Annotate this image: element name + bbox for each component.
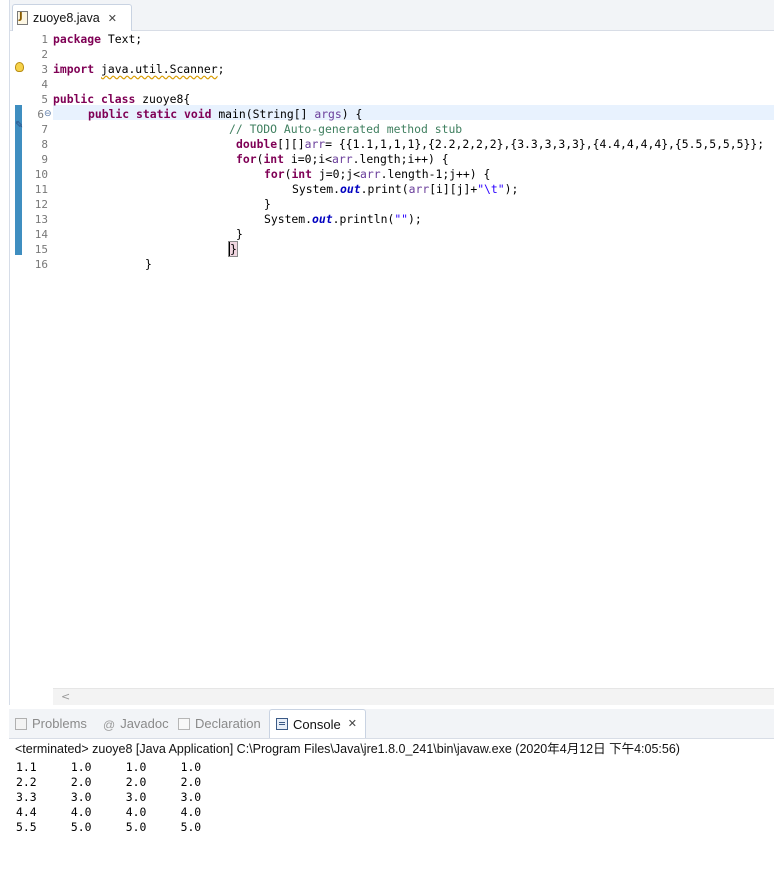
code-line: System.out.print(arr[i][j]+"\t");: [292, 182, 519, 196]
console-status-line: <terminated> zuoye8 [Java Application] C…: [15, 742, 680, 756]
bottom-view-panel: Problems @ Javadoc Declaration Console ✕…: [9, 709, 774, 877]
code-line: }: [236, 227, 243, 241]
java-editor[interactable]: zuoye8.java ✕ ✎ 1 2 3 4 5 6: [9, 0, 774, 705]
matching-bracket: }: [228, 241, 238, 257]
tab-console[interactable]: Console ✕: [269, 709, 366, 738]
console-output-line: 1.1 1.0 1.0 1.0: [16, 760, 236, 774]
code-line: }: [264, 197, 271, 211]
line-number: 7: [41, 123, 48, 136]
tab-declaration[interactable]: Declaration: [178, 709, 261, 738]
line-number: 11: [34, 183, 48, 196]
line-number: 16: [34, 258, 48, 271]
task-marker-icon[interactable]: ✎: [15, 120, 23, 131]
tab-label: Javadoc: [120, 716, 169, 731]
code-line: }: [228, 241, 238, 257]
tab-javadoc[interactable]: @ Javadoc: [103, 709, 169, 738]
line-number: 9: [41, 153, 48, 166]
code-line: for(int j=0;j<arr.length-1;j++) {: [264, 167, 491, 181]
code-line: public class zuoye8{: [53, 92, 191, 106]
change-marker: [15, 240, 22, 255]
line-number: 14: [34, 228, 48, 241]
line-number: 2: [41, 48, 48, 61]
tab-label: Problems: [32, 716, 87, 731]
change-marker: [15, 180, 22, 195]
warning-lightbulb-icon[interactable]: [15, 62, 24, 72]
collapse-fold-icon[interactable]: ⊖: [44, 109, 52, 119]
code-line: System.out.println("");: [264, 212, 422, 226]
line-number: 3: [41, 63, 48, 76]
change-marker: [15, 210, 22, 225]
horizontal-scrollbar[interactable]: <: [53, 688, 774, 705]
code-line: package Text;: [53, 32, 143, 46]
line-number: 13: [34, 213, 48, 226]
line-number: 6: [37, 108, 44, 121]
console-output-line: 5.5 5.0 5.0 5.0: [16, 820, 236, 834]
line-number: 4: [41, 78, 48, 91]
marker-ruler: ✎: [10, 30, 26, 688]
line-number-ruler: 1 2 3 4 5 6 ⊖ 7 8 9 10 11 12 13 14 15 16: [26, 30, 52, 688]
problems-icon: [15, 717, 27, 730]
console-output-line: 3.3 3.0 3.0 3.0: [16, 790, 236, 804]
close-icon[interactable]: ✕: [348, 718, 357, 730]
code-line: double[][]arr= {{1.1,1,1,1},{2.2,2,2,2},…: [236, 137, 765, 151]
code-area[interactable]: ✎ 1 2 3 4 5 6 ⊖ 7 8 9 10 11 12 13 14 15 …: [10, 30, 774, 688]
change-marker: [15, 165, 22, 180]
tab-problems[interactable]: Problems: [15, 709, 87, 738]
code-comment: // TODO Auto-generated method stub: [229, 122, 463, 136]
line-number: 10: [34, 168, 48, 181]
console-icon: [276, 718, 288, 730]
close-icon[interactable]: ✕: [108, 13, 117, 24]
code-line: }: [145, 257, 152, 271]
editor-tab-bar: zuoye8.java ✕: [10, 0, 774, 31]
editor-tab-zuoye8[interactable]: zuoye8.java ✕: [12, 4, 132, 31]
console-output[interactable]: 1.1 1.0 1.0 1.0 2.2 2.0 2.0 2.0 3.3 3.0 …: [16, 760, 766, 835]
console-output-line: 4.4 4.0 4.0 4.0: [16, 805, 236, 819]
editor-tab-label: zuoye8.java: [33, 11, 100, 25]
scroll-left-arrow-icon[interactable]: <: [61, 690, 70, 703]
unused-import-warning: java.util.Scanner: [101, 62, 218, 76]
change-marker: [15, 105, 22, 120]
code-line: for(int i=0;i<arr.length;i++) {: [236, 152, 449, 166]
code-text[interactable]: package Text; import java.util.Scanner; …: [53, 30, 774, 688]
console-output-line: 2.2 2.0 2.0 2.0: [16, 775, 236, 789]
line-number: 5: [41, 93, 48, 106]
line-number: 15: [34, 243, 48, 256]
code-line: import java.util.Scanner;: [53, 62, 225, 76]
code-line: public static void main(String[] args) {: [88, 107, 363, 121]
tab-label: Console: [293, 716, 341, 732]
change-marker: [15, 225, 22, 240]
declaration-icon: [178, 717, 190, 730]
line-number: 1: [41, 33, 48, 46]
view-tab-bar: Problems @ Javadoc Declaration Console ✕: [9, 709, 774, 739]
change-marker: [15, 135, 22, 150]
line-number: 8: [41, 138, 48, 151]
change-marker: [15, 150, 22, 165]
java-file-icon: [17, 11, 28, 25]
tab-label: Declaration: [195, 716, 261, 731]
change-marker: [15, 195, 22, 210]
line-number: 12: [34, 198, 48, 211]
javadoc-icon: @: [103, 717, 116, 732]
